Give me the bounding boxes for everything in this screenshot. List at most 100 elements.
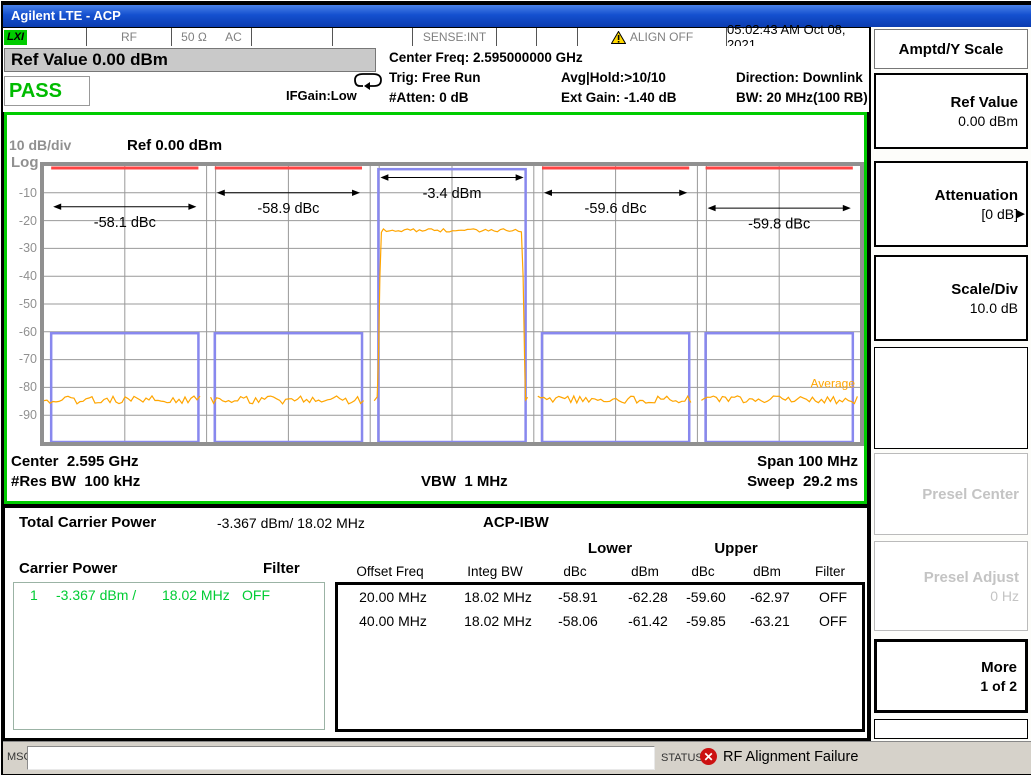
lxi-cell: LXI	[3, 28, 87, 46]
offset-freq-cell: 40.00 MHz	[348, 613, 438, 629]
softkey-blank[interactable]	[874, 347, 1028, 449]
softkey-value: 0.00 dBm	[958, 113, 1018, 129]
log-mode-label: Log	[11, 154, 39, 171]
softkey-more[interactable]: More 1 of 2	[874, 639, 1028, 713]
softkey-value: 0 Hz	[990, 588, 1019, 604]
measurement-header: Ref Value 0.00 dBm PASS IFGain:Low Cente…	[3, 46, 869, 112]
measurement-title-bar: Ref Value 0.00 dBm	[4, 48, 376, 72]
upper-dbc-cell: -59.60	[678, 589, 734, 605]
lower-dbm-cell: -61.42	[618, 613, 678, 629]
offset-freq-cell: 20.00 MHz	[348, 589, 438, 605]
status-cell-empty-2	[333, 28, 413, 46]
softkey-value: [0 dB]	[981, 206, 1018, 222]
center-annotation: Center 2.595 GHz	[11, 453, 139, 470]
status-row: LXI RF 50 Ω AC SENSE:INT ALIGN OFF 05:02…	[3, 27, 869, 46]
y-tick: -10	[7, 186, 37, 200]
align-status-label: ALIGN OFF	[630, 30, 693, 44]
res-bw-annotation: #Res BW 100 kHz	[11, 473, 140, 490]
lower-dbc-header: dBc	[545, 564, 605, 579]
acp-ibw-label: ACP-IBW	[483, 514, 549, 531]
integ-bw-cell: 18.02 MHz	[453, 589, 543, 605]
bw-label: BW: 20 MHz(100 RB)	[736, 90, 868, 105]
softkey-label: Attenuation	[935, 187, 1018, 204]
spectrum-plot: -58.1 dBc-58.9 dBc-3.4 dBm-59.6 dBc-59.8…	[40, 162, 864, 446]
upper-header: Upper	[675, 540, 797, 557]
lower-header: Lower	[545, 540, 675, 557]
span-annotation: Span 100 MHz	[757, 453, 858, 470]
carrier-power-table: 1 -3.367 dBm / 18.02 MHz OFF	[13, 582, 325, 730]
vbw-annotation: VBW 1 MHz	[421, 473, 508, 490]
lxi-badge: LXI	[4, 30, 27, 45]
carrier-filter-value: OFF	[242, 587, 270, 603]
window-title: Agilent LTE - ACP	[3, 5, 1031, 27]
scale-per-div-label: 10 dB/div	[9, 137, 71, 153]
integ-bw-header: Integ BW	[450, 564, 540, 579]
status-message: RF Alignment Failure	[723, 749, 858, 765]
carrier-power-header: Carrier Power	[19, 560, 117, 577]
sense-indicator: SENSE:INT	[413, 28, 497, 46]
y-tick: -70	[7, 352, 37, 366]
direction-label: Direction: Downlink	[736, 70, 863, 85]
y-tick: -90	[7, 408, 37, 422]
align-status-cell: ALIGN OFF	[578, 28, 727, 46]
carrier-filter-header: Filter	[263, 560, 300, 577]
offset-freq-header: Offset Freq	[345, 564, 435, 579]
softkey-menu: Amptd/Y Scale Ref Value 0.00 dBm Attenua…	[869, 27, 1031, 741]
y-tick: -20	[7, 214, 37, 228]
softkey-label: Ref Value	[950, 94, 1018, 111]
lower-dbc-cell: -58.06	[548, 613, 608, 629]
acp-annotation: -59.8 dBc	[748, 216, 810, 232]
acp-annotation: -58.1 dBc	[94, 215, 156, 231]
trig-label: Trig: Free Run	[389, 70, 481, 85]
continuous-sweep-icon	[353, 69, 383, 91]
filter-cell: OFF	[808, 613, 858, 629]
ifgain-label: IFGain:Low	[286, 88, 357, 103]
softkey-menu-title: Amptd/Y Scale	[874, 29, 1028, 69]
carrier-power-value: -3.367 dBm /	[56, 587, 136, 603]
submenu-arrow-icon: ▶	[1017, 207, 1025, 220]
pass-status: PASS	[5, 77, 89, 105]
softkey-value: 10.0 dB	[970, 300, 1018, 316]
center-freq-label: Center Freq: 2.595000000 GHz	[389, 50, 583, 65]
status-cell-empty-1	[252, 28, 333, 46]
softkey-presel-center: Presel Center	[874, 453, 1028, 535]
rf-indicator: RF	[87, 28, 172, 46]
lower-dbc-cell: -58.91	[548, 589, 608, 605]
instrument-screen: Agilent LTE - ACP LXI RF 50 Ω AC SENSE:I…	[0, 0, 1032, 776]
carrier-index: 1	[30, 587, 38, 603]
status-label: STATUS	[661, 752, 703, 764]
filter-cell: OFF	[808, 589, 858, 605]
softkey-scale-div[interactable]: Scale/Div 10.0 dB	[874, 255, 1028, 341]
softkey-label: More	[981, 659, 1017, 676]
upper-dbc-header: dBc	[675, 564, 731, 579]
lower-dbm-cell: -62.28	[618, 589, 678, 605]
integ-bw-cell: 18.02 MHz	[453, 613, 543, 629]
softkey-ref-value[interactable]: Ref Value 0.00 dBm	[874, 73, 1028, 149]
total-carrier-power-label: Total Carrier Power	[19, 514, 156, 531]
trace-average-label: Average	[811, 376, 856, 390]
coupling-label: AC	[225, 30, 242, 44]
upper-dbm-cell: -62.97	[740, 589, 800, 605]
message-bar: MSG STATUS ✕ RF Alignment Failure	[3, 741, 1031, 774]
pass-fail-box: PASS	[4, 76, 90, 106]
datetime-label: 05:02:43 AM Oct 08, 2021	[727, 28, 869, 46]
acp-annotation: -58.9 dBc	[257, 201, 319, 217]
upper-dbm-header: dBm	[737, 564, 797, 579]
softkey-presel-adjust: Presel Adjust 0 Hz	[874, 541, 1028, 631]
status-cell-empty-4	[537, 28, 578, 46]
offset-results-table: 20.00 MHz 18.02 MHz -58.91 -62.28 -59.60…	[335, 582, 865, 732]
status-cell-empty-3	[497, 28, 537, 46]
results-panel: Total Carrier Power -3.367 dBm/ 18.02 MH…	[4, 507, 868, 739]
atten-label: #Atten: 0 dB	[389, 90, 469, 105]
input-coupling-cell: 50 Ω AC	[172, 28, 252, 46]
sweep-annotation: Sweep 29.2 ms	[747, 473, 858, 490]
softkey-value: 1 of 2	[980, 678, 1017, 694]
ext-gain-label: Ext Gain: -1.40 dB	[561, 90, 677, 105]
y-tick: -40	[7, 269, 37, 283]
y-tick: -30	[7, 241, 37, 255]
acp-annotation: -3.4 dBm	[423, 186, 482, 202]
filter-col-header: Filter	[805, 564, 855, 579]
softkey-label: Presel Center	[922, 486, 1019, 503]
softkey-attenuation[interactable]: Attenuation [0 dB] ▶	[874, 161, 1028, 247]
message-box	[27, 746, 655, 770]
